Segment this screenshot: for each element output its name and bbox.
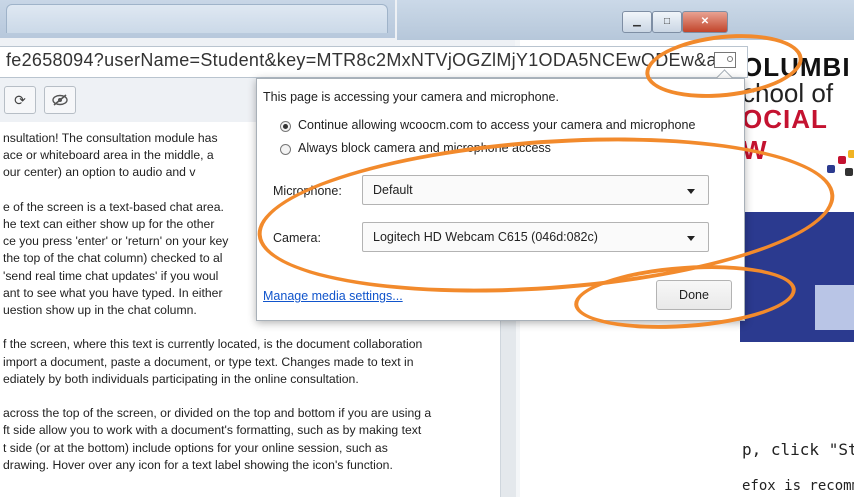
logo-dot [848, 150, 854, 158]
logo-dot [827, 165, 835, 173]
document-text-line: t side (or at the bottom) include option… [3, 440, 388, 455]
banner-highlight [815, 285, 854, 330]
logo-dot [838, 156, 846, 164]
manage-media-settings-link[interactable]: Manage media settings... [263, 289, 403, 303]
left-browser-tab[interactable] [6, 4, 388, 33]
right-instruction-text: p, click "Start [742, 440, 854, 459]
maximize-button[interactable]: □ [652, 11, 682, 33]
refresh-icon[interactable]: ⟳ [4, 86, 36, 114]
eye-off-icon[interactable] [44, 86, 76, 114]
document-text-line: drawing. Hover over any icon for a text … [3, 457, 393, 472]
document-text-line: across the top of the screen, or divided… [3, 406, 432, 421]
document-text-line: f the screen, where this text is current… [3, 337, 423, 352]
editor-toolbar [0, 80, 255, 120]
radio-allow-label[interactable]: Continue allowing wcoocm.com to access y… [298, 118, 695, 132]
logo-dot [845, 168, 853, 176]
right-recommendation-text: efox is recomm [742, 478, 854, 494]
minimize-button[interactable]: ▁ [622, 11, 652, 33]
address-bar-url[interactable]: fe2658094?userName=Student&key=MTR8c2MxN… [6, 50, 714, 71]
window-controls: ▁ □ ✕ [622, 11, 746, 37]
popup-message: This page is accessing your camera and m… [263, 90, 559, 104]
radio-allow[interactable] [280, 121, 291, 132]
radio-block[interactable] [280, 144, 291, 155]
document-text-line: import a document, paste a document, or … [3, 354, 414, 369]
document-text-line: ediately by both individuals participati… [3, 371, 359, 386]
document-text-line: ft side allow you to work with a documen… [3, 423, 422, 438]
close-button[interactable]: ✕ [682, 11, 728, 33]
